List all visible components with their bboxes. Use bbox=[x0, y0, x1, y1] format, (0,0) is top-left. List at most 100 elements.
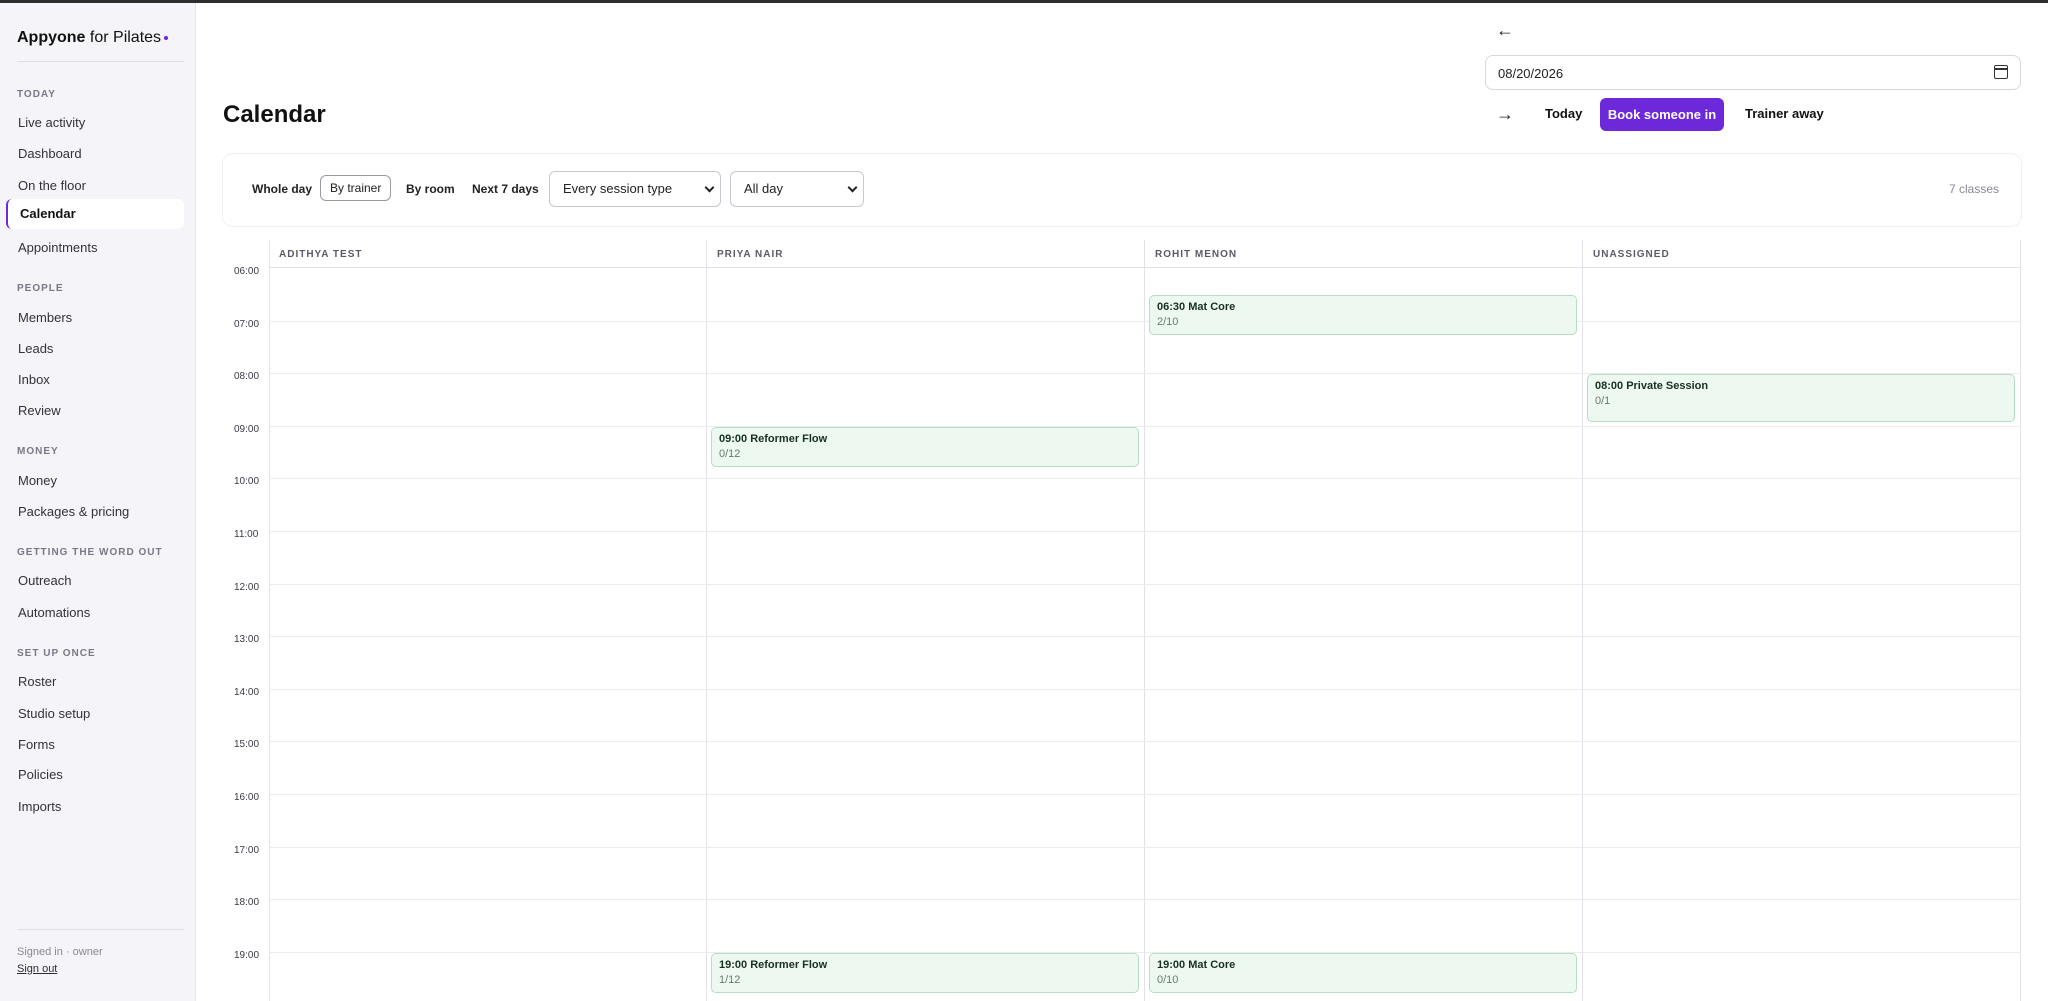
brand-dot-icon bbox=[164, 35, 169, 40]
event-title: 06:30 Mat Core bbox=[1157, 301, 1236, 314]
sidebar-item-studio-setup[interactable]: Studio setup bbox=[6, 699, 184, 729]
column-header-trainer: ADITHYA TEST bbox=[279, 249, 363, 260]
brand-logo[interactable]: Appyone for Pilates bbox=[17, 29, 169, 47]
trainer-away-button[interactable]: Trainer away bbox=[1745, 106, 1824, 121]
time-label: 06:00 bbox=[234, 266, 260, 277]
event-capacity: 1/12 bbox=[719, 973, 741, 986]
sidebar-item-review[interactable]: Review bbox=[6, 396, 184, 426]
column-header-trainer: PRIYA NAIR bbox=[717, 249, 784, 260]
event-capacity: 0/1 bbox=[1595, 395, 1611, 408]
hour-gridline bbox=[269, 583, 2021, 585]
view-next-7-days-button[interactable]: Next 7 days bbox=[472, 182, 539, 196]
sidebar-item-members[interactable]: Members bbox=[6, 303, 184, 333]
sidebar-item-automations[interactable]: Automations bbox=[6, 598, 184, 628]
time-range-select[interactable]: All day bbox=[730, 171, 864, 207]
time-label: 11:00 bbox=[234, 529, 259, 540]
window-top-border bbox=[0, 0, 2048, 3]
section-label-getting-the-word-out: GETTING THE WORD OUT bbox=[17, 547, 163, 558]
sidebar-divider bbox=[17, 61, 184, 62]
sidebar-item-imports[interactable]: Imports bbox=[6, 792, 184, 822]
time-label: 15:00 bbox=[234, 739, 260, 751]
view-by-trainer-button[interactable]: By trainer bbox=[320, 175, 392, 201]
sidebar-footer-divider bbox=[17, 929, 184, 930]
sidebar-item-inbox[interactable]: Inbox bbox=[6, 365, 184, 395]
calendar-grid: ADITHYA TEST PRIYA NAIR ROHIT MENON UNAS… bbox=[223, 240, 2021, 1001]
hour-gridline bbox=[269, 636, 2021, 638]
time-label: 14:00 bbox=[234, 686, 260, 698]
chevron-down-icon bbox=[704, 182, 715, 193]
time-label: 09:00 bbox=[234, 423, 260, 435]
section-label-people: PEOPLE bbox=[17, 283, 64, 294]
sidebar-item-outreach[interactable]: Outreach bbox=[6, 566, 184, 596]
sidebar-item-money[interactable]: Money bbox=[6, 466, 184, 496]
time-label: 12:00 bbox=[234, 581, 260, 593]
section-label-money: MONEY bbox=[17, 446, 59, 457]
sidebar-item-forms[interactable]: Forms bbox=[6, 730, 184, 760]
hour-gridline bbox=[269, 794, 2021, 795]
hour-gridline bbox=[269, 425, 2021, 427]
class-event-card[interactable]: 09:00 Reformer Flow 0/12 bbox=[711, 426, 1139, 467]
calendar-filter-toolbar: Whole day By trainer By room Next 7 days… bbox=[223, 154, 2021, 226]
class-event-card[interactable]: 08:00 Private Session 0/1 bbox=[1587, 374, 2015, 423]
date-picker-input[interactable]: 08/20/2026 bbox=[1485, 55, 2021, 90]
calendar-icon[interactable] bbox=[1994, 65, 2008, 79]
hour-gridline bbox=[269, 951, 2021, 953]
hour-gridline bbox=[269, 320, 2021, 322]
time-label: 18:00 bbox=[234, 897, 260, 909]
time-label: 19:00 bbox=[234, 949, 260, 961]
section-label-today: TODAY bbox=[17, 89, 56, 100]
event-title: 19:00 Reformer Flow bbox=[719, 958, 828, 971]
hour-gridline bbox=[269, 741, 2021, 743]
brand-name: Appyone bbox=[17, 29, 86, 46]
next-day-arrow-icon[interactable]: → bbox=[1496, 104, 1514, 125]
page-title: Calendar bbox=[223, 101, 326, 128]
column-header-divider bbox=[269, 267, 2021, 268]
time-label: 17:00 bbox=[234, 844, 260, 856]
view-whole-day-button[interactable]: Whole day bbox=[252, 182, 312, 196]
previous-day-arrow-icon[interactable]: ← bbox=[1496, 20, 1514, 41]
column-divider bbox=[1144, 240, 1145, 1001]
time-range-select-value: All day bbox=[744, 181, 784, 196]
event-capacity: 0/10 bbox=[1157, 973, 1179, 986]
time-label: 10:00 bbox=[234, 476, 260, 488]
column-divider bbox=[2020, 240, 2021, 1001]
sidebar-item-policies[interactable]: Policies bbox=[6, 760, 184, 790]
sidebar: Appyone for Pilates TODAY Live activity … bbox=[0, 3, 196, 1001]
time-label: 07:00 bbox=[234, 318, 260, 330]
date-picker-value: 08/20/2026 bbox=[1498, 66, 1564, 81]
sidebar-item-leads[interactable]: Leads bbox=[6, 334, 184, 364]
time-label: 13:00 bbox=[234, 634, 260, 646]
event-title: 09:00 Reformer Flow bbox=[719, 432, 828, 445]
event-capacity: 0/12 bbox=[719, 447, 741, 460]
session-type-select-value: Every session type bbox=[563, 181, 673, 196]
class-event-card[interactable]: 19:00 Reformer Flow 1/12 bbox=[711, 952, 1139, 993]
sidebar-item-live-activity[interactable]: Live activity bbox=[6, 108, 184, 138]
sidebar-item-roster[interactable]: Roster bbox=[6, 667, 184, 697]
column-divider bbox=[1582, 240, 1583, 1001]
time-label: 08:00 bbox=[234, 371, 260, 383]
view-by-room-button[interactable]: By room bbox=[406, 182, 455, 196]
sidebar-item-appointments[interactable]: Appointments bbox=[6, 233, 184, 263]
hour-gridline bbox=[269, 846, 2021, 848]
column-header-trainer: ROHIT MENON bbox=[1155, 249, 1238, 260]
event-title: 08:00 Private Session bbox=[1595, 380, 1709, 393]
class-count: 7 classes bbox=[1948, 182, 1999, 196]
sign-out-link[interactable]: Sign out bbox=[17, 963, 57, 975]
session-type-select[interactable]: Every session type bbox=[549, 171, 721, 207]
column-divider bbox=[706, 240, 707, 1001]
sidebar-item-packages-pricing[interactable]: Packages & pricing bbox=[6, 497, 184, 527]
event-capacity: 2/10 bbox=[1157, 316, 1179, 329]
sidebar-item-calendar[interactable]: Calendar bbox=[6, 199, 184, 229]
time-label: 16:00 bbox=[234, 792, 260, 803]
today-button[interactable]: Today bbox=[1545, 106, 1582, 121]
column-header-unassigned: UNASSIGNED bbox=[1593, 249, 1670, 260]
section-label-set-up-once: SET UP ONCE bbox=[17, 648, 96, 659]
sidebar-item-dashboard[interactable]: Dashboard bbox=[6, 139, 184, 169]
sidebar-item-on-the-floor[interactable]: On the floor bbox=[6, 171, 184, 201]
class-event-card[interactable]: 06:30 Mat Core 2/10 bbox=[1149, 295, 1577, 336]
hour-gridline bbox=[269, 531, 2021, 532]
class-event-card[interactable]: 19:00 Mat Core 0/10 bbox=[1149, 952, 1577, 993]
signed-in-status: Signed in · owner bbox=[17, 946, 103, 958]
book-someone-in-button[interactable]: Book someone in bbox=[1600, 98, 1724, 131]
hour-gridline bbox=[269, 478, 2021, 480]
